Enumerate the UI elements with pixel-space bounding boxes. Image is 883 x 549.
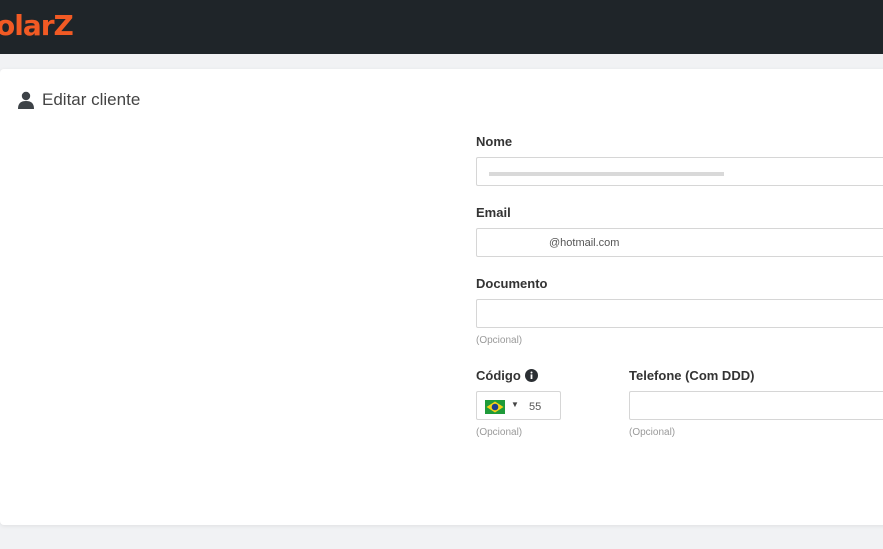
country-code-value: 55 — [529, 401, 542, 413]
email-value: @hotmail.com — [549, 237, 620, 249]
edit-client-card: Editar cliente Nome Email @hotmail.com D… — [0, 69, 883, 525]
phone-hint: (Opcional) — [629, 427, 676, 438]
phone-field[interactable] — [629, 391, 883, 420]
name-label: Nome — [476, 134, 513, 149]
document-hint: (Opcional) — [476, 335, 523, 346]
email-field[interactable]: @hotmail.com — [476, 228, 883, 257]
email-label: Email — [476, 205, 511, 220]
page-title: Editar cliente — [42, 90, 141, 109]
card-header: Editar cliente — [18, 89, 140, 111]
brazil-flag-icon[interactable] — [485, 400, 505, 414]
user-icon — [18, 91, 34, 109]
document-field[interactable] — [476, 299, 883, 328]
name-field[interactable] — [476, 157, 883, 186]
document-label: Documento — [476, 276, 548, 291]
brand-logo[interactable]: olarZ — [0, 6, 74, 46]
code-hint: (Opcional) — [476, 427, 523, 438]
country-code-field[interactable]: ▼ 55 — [476, 391, 561, 420]
info-icon[interactable] — [524, 369, 538, 382]
phone-label: Telefone (Com DDD) — [629, 368, 755, 383]
code-label: Código — [476, 368, 538, 383]
redacted-name-value — [489, 172, 724, 176]
top-navbar: olarZ — [0, 0, 883, 54]
code-label-text: Código — [476, 368, 521, 383]
chevron-down-icon[interactable]: ▼ — [511, 400, 519, 409]
